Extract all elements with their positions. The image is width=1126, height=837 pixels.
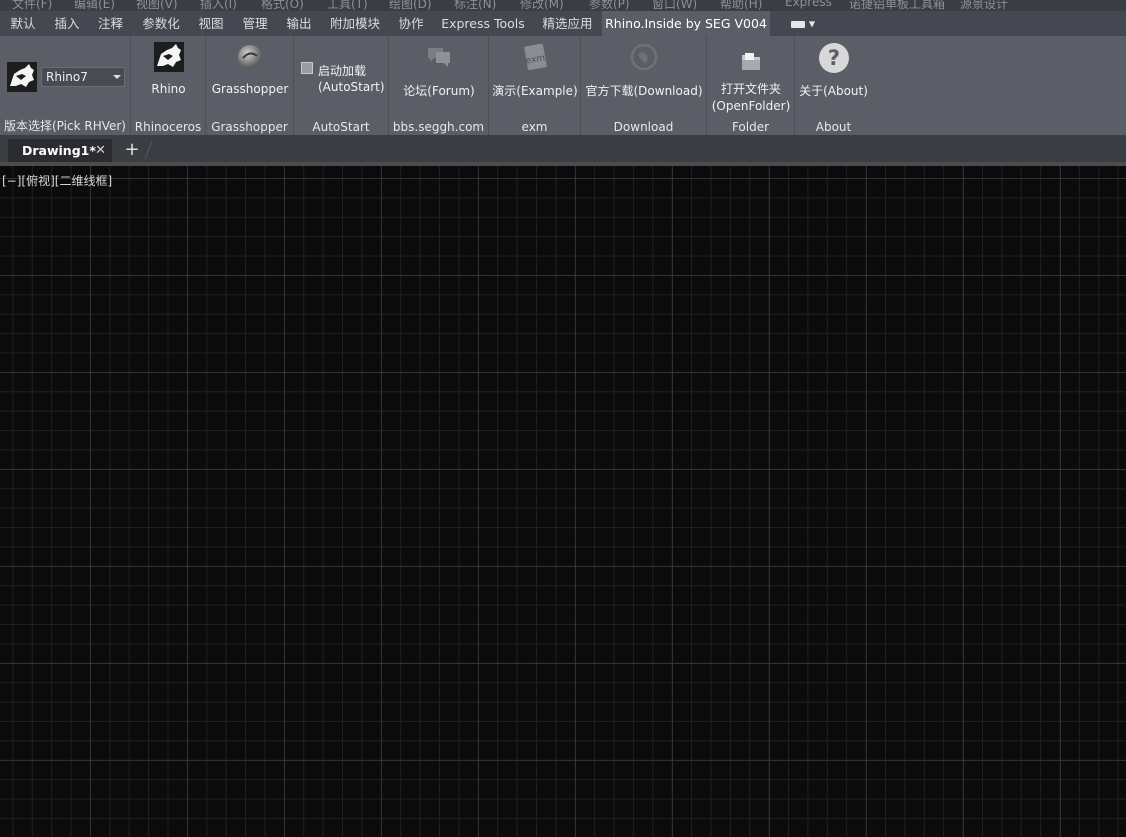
menu-bar: 文件(F) 编辑(E) 视图(V) 插入(I) 格式(O) 工具(T) 绘图(D… bbox=[0, 0, 1126, 11]
tab-output[interactable]: 输出 bbox=[277, 11, 321, 36]
rhino-button-label: Rhino bbox=[151, 82, 186, 96]
panel-folder: 打开文件夹 (OpenFolder) Folder bbox=[707, 36, 795, 135]
menu-format[interactable]: 格式(O) bbox=[261, 0, 304, 11]
grasshopper-button[interactable]: Grasshopper bbox=[206, 42, 294, 96]
panel-forum: 论坛(Forum) bbs.seggh.com bbox=[389, 36, 489, 135]
panel-title-forum: bbs.seggh.com bbox=[392, 120, 485, 134]
download-globe-icon bbox=[581, 42, 707, 75]
panel-example: exm 演示(Example) exm bbox=[489, 36, 581, 135]
example-document-icon: exm bbox=[489, 42, 581, 75]
menu-dimension[interactable]: 标注(N) bbox=[454, 0, 496, 11]
rhino-version-select[interactable]: Rhino7 bbox=[41, 67, 125, 87]
rhino-logo-icon[interactable] bbox=[7, 62, 37, 96]
open-folder-label-line2: (OpenFolder) bbox=[711, 99, 791, 113]
close-icon[interactable]: ✕ bbox=[95, 139, 106, 162]
chevron-down-icon bbox=[113, 75, 121, 79]
tab-collaborate[interactable]: 协作 bbox=[389, 11, 433, 36]
menu-nuojie-toolbox[interactable]: 诺捷铝单板工具箱 bbox=[849, 0, 945, 11]
tab-view[interactable]: 视图 bbox=[189, 11, 233, 36]
menu-modify[interactable]: 修改(M) bbox=[520, 0, 564, 11]
example-button[interactable]: exm 演示(Example) bbox=[489, 42, 581, 99]
document-tab-title: Drawing1* bbox=[22, 143, 96, 158]
menu-file[interactable]: 文件(F) bbox=[12, 0, 52, 11]
rhino-button[interactable]: Rhino bbox=[131, 42, 206, 96]
about-button-label: 关于(About) bbox=[799, 84, 868, 98]
panel-about: ? 关于(About) About bbox=[795, 36, 872, 135]
panel-title-autostart: AutoStart bbox=[312, 120, 370, 134]
panel-grasshopper: Grasshopper Grasshopper bbox=[206, 36, 294, 135]
svg-text:?: ? bbox=[827, 46, 839, 70]
panel-autostart: 启动加载 (AutoStart) AutoStart bbox=[294, 36, 389, 135]
menu-tools[interactable]: 工具(T) bbox=[327, 0, 368, 11]
ribbon-tab-bar: 默认 插入 注释 参数化 视图 管理 输出 附加模块 协作 Express To… bbox=[0, 11, 1126, 36]
chevron-down-icon: ▼ bbox=[808, 19, 816, 29]
help-question-icon: ? bbox=[795, 42, 872, 77]
grasshopper-button-label: Grasshopper bbox=[211, 82, 289, 96]
tab-default[interactable]: 默认 bbox=[0, 11, 46, 36]
tab-rhino-inside[interactable]: Rhino.Inside by SEG V004 bbox=[602, 11, 770, 36]
example-button-label: 演示(Example) bbox=[492, 84, 578, 98]
panel-download: 官方下载(Download) Download bbox=[581, 36, 707, 135]
folder-icon bbox=[707, 50, 795, 77]
menu-help[interactable]: 帮助(H) bbox=[720, 0, 762, 11]
forum-button-label: 论坛(Forum) bbox=[403, 84, 475, 98]
tab-annotate[interactable]: 注释 bbox=[88, 11, 133, 36]
grasshopper-sphere-icon bbox=[206, 42, 294, 75]
open-folder-button[interactable]: 打开文件夹 (OpenFolder) bbox=[707, 50, 795, 115]
menu-draw[interactable]: 绘图(D) bbox=[389, 0, 432, 11]
panel-title-example: exm bbox=[521, 120, 548, 134]
tab-separator bbox=[144, 141, 153, 159]
menu-parametric[interactable]: 参数(P) bbox=[589, 0, 630, 11]
document-tab-bar: Drawing1* ✕ + bbox=[0, 135, 1126, 162]
drawing-canvas[interactable]: [−][俯视][二维线框] bbox=[0, 166, 1126, 837]
tab-express-tools[interactable]: Express Tools bbox=[433, 11, 533, 36]
menu-view[interactable]: 视图(V) bbox=[136, 0, 178, 11]
menu-yuanjing-design[interactable]: 源景设计 bbox=[960, 0, 1008, 11]
open-folder-label-line1: 打开文件夹 bbox=[720, 82, 781, 96]
menu-window[interactable]: 窗口(W) bbox=[652, 0, 697, 11]
panel-title-folder: Folder bbox=[731, 120, 770, 134]
forum-button[interactable]: 论坛(Forum) bbox=[389, 42, 489, 99]
download-button[interactable]: 官方下载(Download) bbox=[581, 42, 707, 99]
ribbon: Rhino7 版本选择(Pick RHVer) Rhino Rhinoceros bbox=[0, 36, 1126, 135]
new-tab-button[interactable]: + bbox=[122, 139, 142, 161]
document-tab-drawing1[interactable]: Drawing1* ✕ bbox=[8, 139, 112, 162]
panel-title-rhinoceros: Rhinoceros bbox=[134, 120, 202, 134]
tab-featured-apps[interactable]: 精选应用 bbox=[533, 11, 602, 36]
rhino-logo-icon bbox=[131, 42, 206, 75]
menu-insert[interactable]: 插入(I) bbox=[200, 0, 237, 11]
autostart-checkbox[interactable] bbox=[301, 62, 313, 74]
about-button[interactable]: ? 关于(About) bbox=[795, 42, 872, 99]
rhino-version-value: Rhino7 bbox=[46, 70, 88, 84]
panel-title-version: 版本选择(Pick RHVer) bbox=[4, 119, 126, 133]
panel-title-grasshopper: Grasshopper bbox=[211, 120, 288, 134]
menu-express[interactable]: Express bbox=[785, 0, 832, 9]
tab-panel-dropdown[interactable]: ▼ bbox=[785, 11, 821, 36]
autostart-label-line1: 启动加载 bbox=[318, 64, 367, 78]
window-dropdown-icon bbox=[790, 21, 805, 28]
panel-version: Rhino7 版本选择(Pick RHVer) bbox=[0, 36, 131, 135]
panel-title-download: Download bbox=[613, 120, 674, 134]
tab-insert[interactable]: 插入 bbox=[46, 11, 88, 36]
panel-title-about: About bbox=[815, 120, 852, 134]
download-button-label: 官方下载(Download) bbox=[585, 84, 703, 98]
tab-addins[interactable]: 附加模块 bbox=[321, 11, 389, 36]
tab-manage[interactable]: 管理 bbox=[233, 11, 277, 36]
panel-rhinoceros: Rhino Rhinoceros bbox=[131, 36, 206, 135]
menu-edit[interactable]: 编辑(E) bbox=[74, 0, 115, 11]
viewport-controls-label[interactable]: [−][俯视][二维线框] bbox=[2, 172, 112, 189]
chat-bubble-icon bbox=[389, 42, 489, 75]
autostart-label-line2: (AutoStart) bbox=[318, 80, 385, 94]
tab-parametric[interactable]: 参数化 bbox=[133, 11, 189, 36]
